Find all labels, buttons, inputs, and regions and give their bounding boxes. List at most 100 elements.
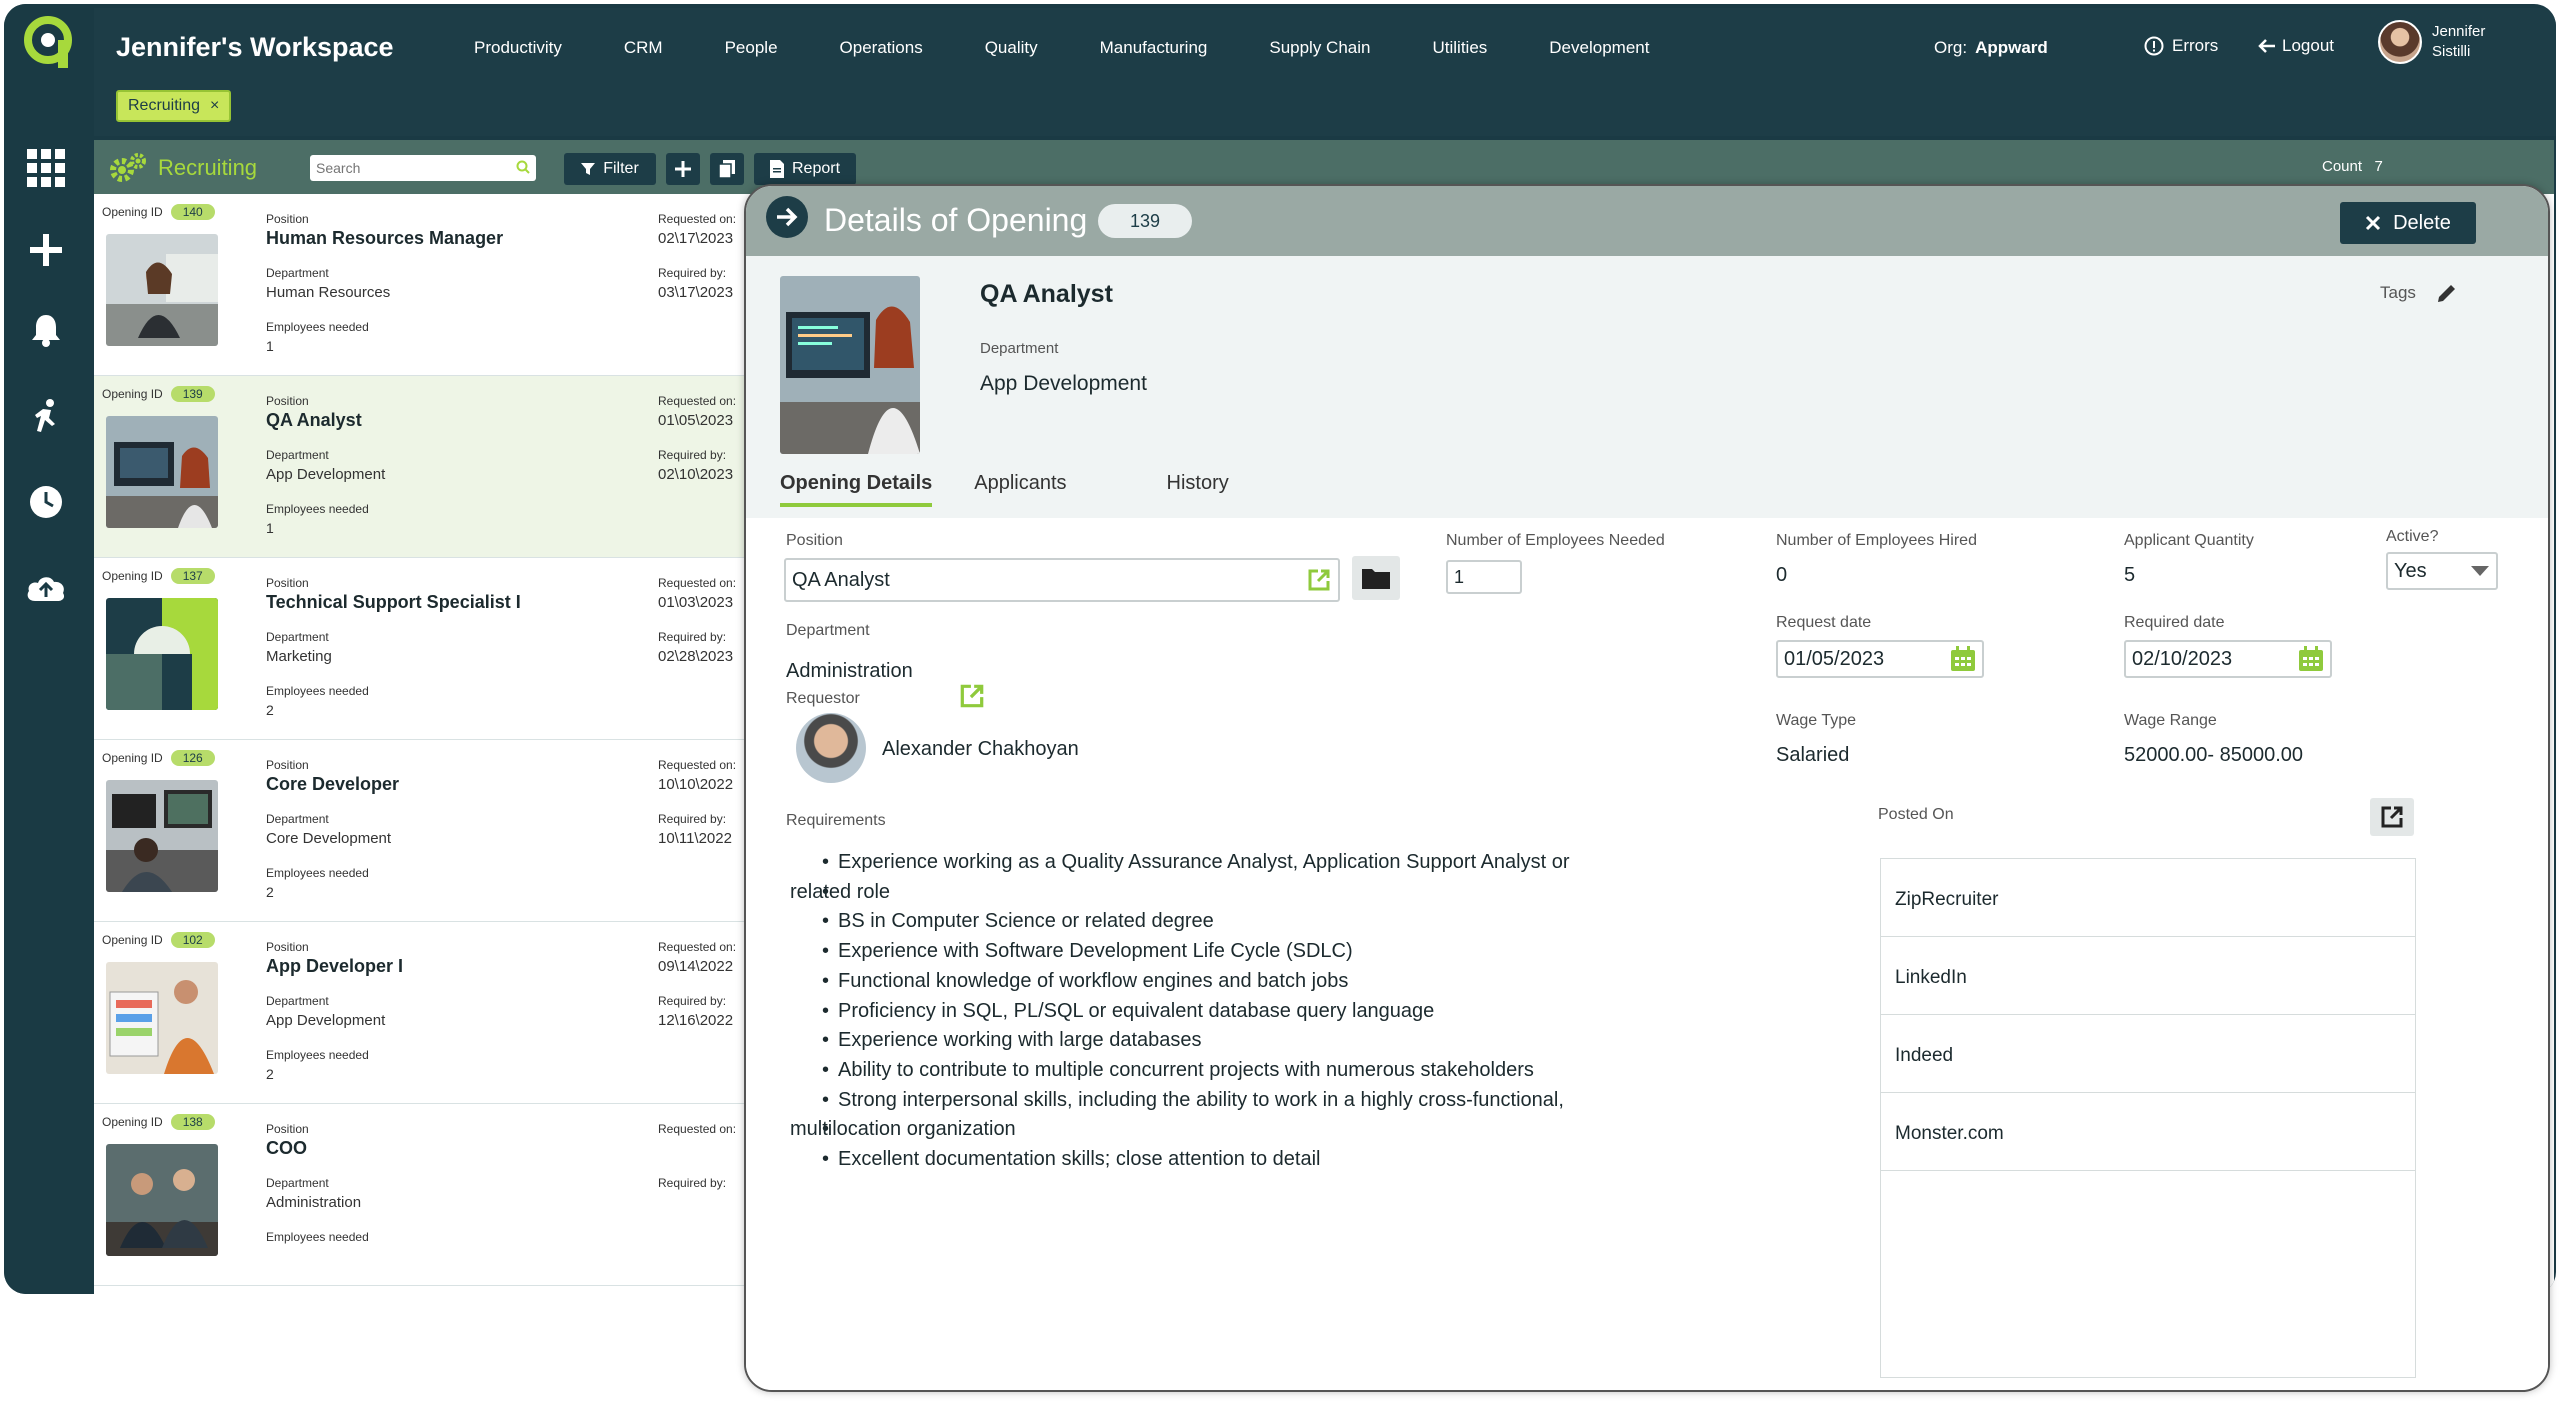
copy-button[interactable] bbox=[710, 153, 744, 185]
department-name: Administration bbox=[266, 1194, 362, 1211]
app-logo[interactable] bbox=[24, 16, 72, 70]
position-label: Position bbox=[266, 212, 309, 226]
list-item[interactable]: Opening ID 102 Position App Developer I D… bbox=[94, 922, 744, 1104]
add-opening-button[interactable] bbox=[666, 153, 700, 185]
employees-needed-label: Employees needed bbox=[266, 502, 369, 516]
list-item[interactable]: Opening ID 137 Position Technical Support… bbox=[94, 558, 744, 740]
external-link-icon[interactable] bbox=[958, 682, 986, 710]
request-date-label: Request date bbox=[1776, 614, 1872, 631]
required-date-picker[interactable]: 02/10/2023 bbox=[2124, 640, 2332, 678]
tab-opening-details[interactable]: Opening Details bbox=[780, 472, 933, 507]
nav-operations[interactable]: Operations bbox=[840, 38, 923, 58]
department-label: Department bbox=[266, 448, 329, 462]
search-input[interactable] bbox=[316, 160, 496, 176]
nav-supply-chain[interactable]: Supply Chain bbox=[1269, 38, 1370, 58]
department-label: Department bbox=[266, 630, 329, 644]
org-value: Appward bbox=[1975, 38, 2048, 57]
department-label: Department bbox=[266, 266, 329, 280]
nav-manufacturing[interactable]: Manufacturing bbox=[1100, 38, 1208, 58]
opening-id-label: Opening ID bbox=[102, 751, 163, 765]
employees-needed-label: Employees needed bbox=[266, 684, 369, 698]
chip-close-icon[interactable]: × bbox=[210, 97, 219, 115]
requested-on-value: 01\03\2023 bbox=[658, 594, 734, 611]
posted-on-open-button[interactable] bbox=[2370, 798, 2414, 836]
nav-people[interactable]: People bbox=[725, 38, 778, 58]
logout-button[interactable]: Logout bbox=[2258, 36, 2334, 56]
required-date-value: 02/10/2023 bbox=[2132, 647, 2233, 670]
browse-folder-button[interactable] bbox=[1352, 556, 1400, 600]
opening-id-badge: 137 bbox=[170, 568, 215, 584]
employees-needed-input[interactable]: 1 bbox=[1446, 560, 1522, 594]
filter-button[interactable]: Filter bbox=[564, 153, 656, 185]
errors-button[interactable]: Errors bbox=[2144, 36, 2218, 56]
requested-on-value: 01\05\2023 bbox=[658, 412, 734, 429]
search-icon[interactable] bbox=[516, 160, 530, 174]
list-item[interactable]: Opening ID 126 Position Core Developer De… bbox=[94, 740, 744, 922]
applicant-quantity-label: Applicant Quantity bbox=[2124, 532, 2254, 549]
required-by-value: 10\11\2022 bbox=[658, 830, 732, 847]
apps-grid-icon[interactable] bbox=[22, 144, 70, 192]
calendar-icon[interactable] bbox=[1950, 646, 1976, 672]
requested-on-value: 02\17\2023 bbox=[658, 230, 734, 247]
requirement-item: Proficiency in SQL, PL/SQL or equivalent… bbox=[790, 997, 1730, 1027]
requested-on-label: Requested on: bbox=[658, 212, 737, 226]
nav-development[interactable]: Development bbox=[1549, 38, 1649, 58]
clock-icon[interactable] bbox=[22, 478, 70, 526]
list-item[interactable]: Opening ID 138 Position COO Department Ad… bbox=[94, 1104, 744, 1286]
user-menu[interactable]: Jennifer Sistilli bbox=[2378, 20, 2485, 64]
nav-quality[interactable]: Quality bbox=[985, 38, 1038, 58]
external-link-icon[interactable] bbox=[1306, 567, 1332, 593]
requirement-item: Functional knowledge of workflow engines… bbox=[790, 967, 1730, 997]
nav-utilities[interactable]: Utilities bbox=[1432, 38, 1487, 58]
department-label: Department bbox=[266, 994, 329, 1008]
employees-hired-value: 0 bbox=[1776, 564, 1788, 586]
requirements-text: Experience working as a Quality Assuranc… bbox=[790, 848, 1730, 1175]
list-item[interactable]: Opening ID 140 Position Human Resources M… bbox=[94, 194, 744, 376]
cloud-upload-icon[interactable] bbox=[22, 564, 70, 612]
applicant-quantity-value: 5 bbox=[2124, 564, 2136, 586]
details-department: App Development bbox=[980, 372, 1147, 395]
active-select[interactable]: Yes bbox=[2386, 552, 2498, 590]
opening-image bbox=[780, 276, 920, 454]
requestor-name[interactable]: Alexander Chakhoyan bbox=[882, 738, 1079, 761]
details-id-badge: 139 bbox=[1098, 204, 1192, 238]
add-icon[interactable] bbox=[22, 226, 70, 274]
list-item[interactable]: Monster.com bbox=[1881, 1093, 2415, 1171]
posted-on-list: ZipRecruiter LinkedIn Indeed Monster.com bbox=[1880, 858, 2416, 1378]
required-by-value: 02\10\2023 bbox=[658, 466, 734, 483]
search-box[interactable] bbox=[310, 155, 536, 181]
running-person-icon[interactable] bbox=[22, 392, 70, 440]
back-arrow-button[interactable] bbox=[766, 196, 808, 238]
position-field[interactable]: QA Analyst bbox=[784, 558, 1340, 602]
employees-needed-label: Employees needed bbox=[266, 1048, 369, 1062]
required-by-label: Required by: bbox=[658, 448, 727, 462]
requirement-item: Experience working as a Quality Assuranc… bbox=[790, 848, 1730, 878]
recruiting-tab-chip[interactable]: Recruiting × bbox=[116, 90, 232, 122]
main-nav: Productivity CRM People Operations Quali… bbox=[474, 38, 1711, 58]
requested-on-value: 10\10\2022 bbox=[658, 776, 734, 793]
list-item[interactable]: Indeed bbox=[1881, 1015, 2415, 1093]
employees-needed-label: Employees needed bbox=[266, 1230, 369, 1244]
tab-history[interactable]: History bbox=[1167, 472, 1229, 507]
org-indicator[interactable]: Org: Appward bbox=[1934, 38, 2048, 58]
list-item[interactable]: LinkedIn bbox=[1881, 937, 2415, 1015]
position-label: Position bbox=[266, 758, 309, 772]
nav-productivity[interactable]: Productivity bbox=[474, 38, 562, 58]
requirement-item: Ability to contribute to multiple concur… bbox=[790, 1056, 1730, 1086]
chevron-down-icon bbox=[2471, 566, 2489, 576]
delete-button[interactable]: Delete bbox=[2340, 202, 2476, 244]
employees-hired-label: Number of Employees Hired bbox=[1776, 532, 1977, 549]
wage-type-label: Wage Type bbox=[1776, 712, 1857, 729]
list-item[interactable]: ZipRecruiter bbox=[1881, 859, 2415, 937]
nav-crm[interactable]: CRM bbox=[624, 38, 663, 58]
external-link-icon bbox=[2381, 806, 2403, 828]
wage-type-value: Salaried bbox=[1776, 744, 1850, 766]
required-by-value: 12\16\2022 bbox=[658, 1012, 734, 1029]
list-item[interactable]: Opening ID 139 Position QA Analyst Depart… bbox=[94, 376, 744, 558]
calendar-icon[interactable] bbox=[2298, 646, 2324, 672]
bell-icon[interactable] bbox=[22, 306, 70, 354]
pencil-icon[interactable] bbox=[2436, 282, 2458, 304]
request-date-picker[interactable]: 01/05/2023 bbox=[1776, 640, 1984, 678]
tab-applicants[interactable]: Applicants bbox=[974, 472, 1066, 507]
report-button[interactable]: Report bbox=[754, 153, 856, 185]
